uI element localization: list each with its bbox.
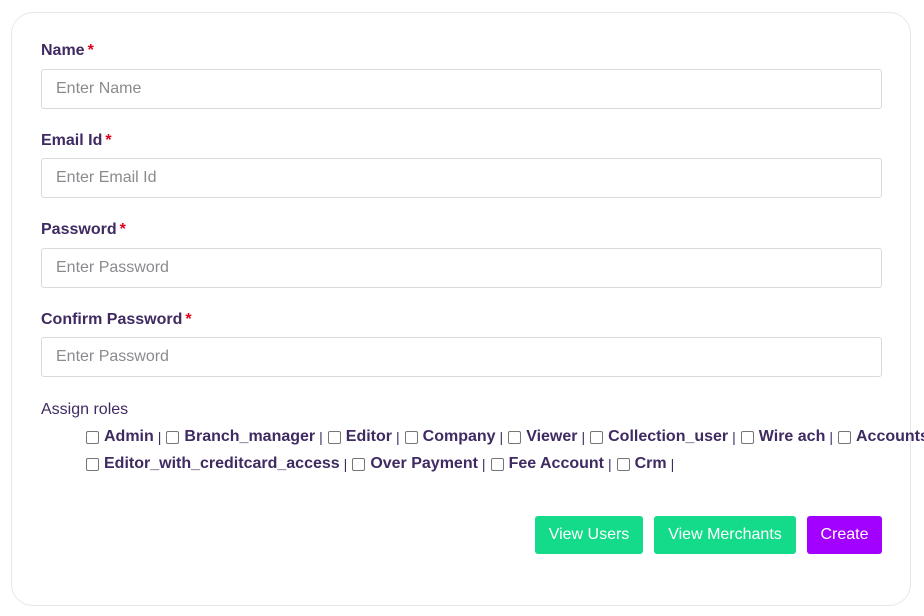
- role-separator: |: [157, 429, 162, 445]
- role-label-company: Company: [422, 428, 496, 445]
- role-checkbox-fee-account[interactable]: [490, 457, 504, 471]
- role-label-wire-ach: Wire ach: [758, 428, 826, 445]
- role-option-crm[interactable]: Crm: [616, 454, 667, 474]
- name-label-text: Name: [41, 42, 85, 59]
- name-input[interactable]: [41, 69, 882, 109]
- password-required-mark: *: [119, 221, 126, 238]
- view-merchants-button[interactable]: View Merchants: [654, 516, 796, 554]
- role-label-branch-manager: Branch_manager: [184, 428, 316, 445]
- roles-row-2: Editor_with_creditcard_access | Over Paym…: [86, 454, 679, 474]
- role-checkbox-wire-ach[interactable]: [740, 430, 754, 444]
- role-option-fee-account[interactable]: Fee Account: [490, 454, 604, 474]
- role-label-editor-with-creditcard-access: Editor_with_creditcard_access: [104, 455, 340, 472]
- confirm-password-label: Confirm Password *: [41, 310, 192, 330]
- role-option-editor[interactable]: Editor: [327, 427, 392, 447]
- role-checkbox-branch-manager[interactable]: [166, 430, 180, 444]
- password-label-text: Password: [41, 221, 117, 238]
- role-checkbox-admin[interactable]: [86, 430, 99, 444]
- email-required-mark: *: [105, 132, 112, 149]
- name-label: Name *: [41, 41, 94, 61]
- role-option-branch-manager[interactable]: Branch_manager: [166, 427, 315, 447]
- role-separator: |: [829, 429, 833, 445]
- role-option-editor-with-creditcard-access[interactable]: Editor_with_creditcard_access: [86, 454, 340, 474]
- role-label-viewer: Viewer: [526, 428, 578, 445]
- role-option-over-payment[interactable]: Over Payment: [352, 454, 478, 474]
- role-label-fee-account: Fee Account: [508, 455, 604, 472]
- role-option-admin[interactable]: Admin: [86, 427, 154, 447]
- role-separator: |: [343, 456, 348, 472]
- role-separator: |: [581, 429, 586, 445]
- role-separator: |: [732, 429, 736, 445]
- role-separator: |: [607, 456, 612, 472]
- email-label: Email Id *: [41, 131, 112, 151]
- role-option-wire-ach[interactable]: Wire ach: [740, 427, 826, 447]
- role-checkbox-viewer[interactable]: [508, 430, 522, 444]
- assign-roles-label: Assign roles: [41, 401, 129, 418]
- role-label-collection-user: Collection_user: [608, 428, 729, 445]
- email-label-text: Email Id: [41, 132, 103, 149]
- view-users-button[interactable]: View Users: [535, 516, 643, 554]
- role-checkbox-editor[interactable]: [327, 430, 341, 444]
- role-label-accounts: Accounts: [855, 428, 924, 445]
- roles-row-1: Admin | Branch_manager | Editor | Company | …: [86, 427, 924, 447]
- role-label-admin: Admin: [104, 428, 154, 445]
- role-label-editor: Editor: [345, 428, 392, 445]
- role-label-over-payment: Over Payment: [370, 455, 478, 472]
- create-button[interactable]: Create: [807, 516, 882, 554]
- role-separator: |: [499, 429, 504, 445]
- role-option-accounts[interactable]: Accounts: [837, 427, 924, 447]
- role-checkbox-accounts[interactable]: [837, 430, 851, 444]
- confirm-password-input[interactable]: [41, 337, 882, 377]
- role-separator: |: [319, 429, 323, 445]
- password-label: Password *: [41, 220, 126, 240]
- name-required-mark: *: [87, 42, 94, 59]
- role-checkbox-editor-with-creditcard-access[interactable]: [86, 457, 99, 471]
- role-option-company[interactable]: Company: [404, 427, 496, 447]
- role-checkbox-company[interactable]: [404, 430, 418, 444]
- role-option-collection-user[interactable]: Collection_user: [590, 427, 728, 447]
- confirm-password-label-text: Confirm Password: [41, 311, 183, 328]
- role-separator: |: [396, 429, 400, 445]
- email-input[interactable]: [41, 158, 882, 198]
- role-checkbox-crm[interactable]: [616, 457, 630, 471]
- role-option-viewer[interactable]: Viewer: [508, 427, 577, 447]
- password-input[interactable]: [41, 248, 882, 288]
- role-label-crm: Crm: [634, 455, 667, 472]
- role-checkbox-collection-user[interactable]: [590, 430, 604, 444]
- role-separator: |: [670, 456, 675, 472]
- confirm-password-required-mark: *: [185, 311, 192, 328]
- role-separator: |: [481, 456, 486, 472]
- role-checkbox-over-payment[interactable]: [352, 457, 366, 471]
